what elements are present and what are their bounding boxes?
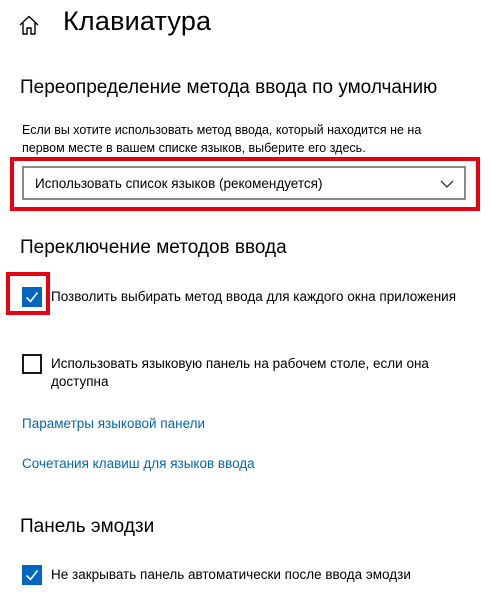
input-override-description: Если вы хотите использовать метод ввода,… xyxy=(22,123,422,155)
language-bar-options-link[interactable]: Параметры языковой панели xyxy=(22,416,205,431)
language-bar-label[interactable]: Использовать языковую панель на рабочем … xyxy=(51,355,461,391)
emoji-panel-checkbox[interactable] xyxy=(22,565,42,585)
input-override-title: Переопределение метода ввода по умолчани… xyxy=(20,77,438,98)
input-method-dropdown[interactable]: Использовать список языков (рекомендуетс… xyxy=(22,166,466,200)
language-bar-checkbox[interactable] xyxy=(22,354,42,374)
checkmark-icon xyxy=(25,570,39,581)
checkmark-icon xyxy=(25,292,39,303)
switching-title: Переключение методов ввода xyxy=(20,237,287,258)
page-title: Клавиатура xyxy=(63,6,212,36)
chevron-down-icon xyxy=(440,177,454,188)
emoji-panel-label[interactable]: Не закрывать панель автоматически после … xyxy=(51,566,461,584)
per-app-input-label[interactable]: Позволить выбирать метод ввода для каждо… xyxy=(51,288,461,306)
page-header: Клавиатура xyxy=(0,0,490,56)
per-app-input-checkbox[interactable] xyxy=(22,287,42,307)
emoji-panel-title: Панель эмодзи xyxy=(20,516,155,537)
home-icon[interactable] xyxy=(18,14,40,36)
input-hotkeys-link[interactable]: Сочетания клавиш для языков ввода xyxy=(22,456,255,471)
dropdown-selected-value: Использовать список языков (рекомендуетс… xyxy=(35,176,323,191)
